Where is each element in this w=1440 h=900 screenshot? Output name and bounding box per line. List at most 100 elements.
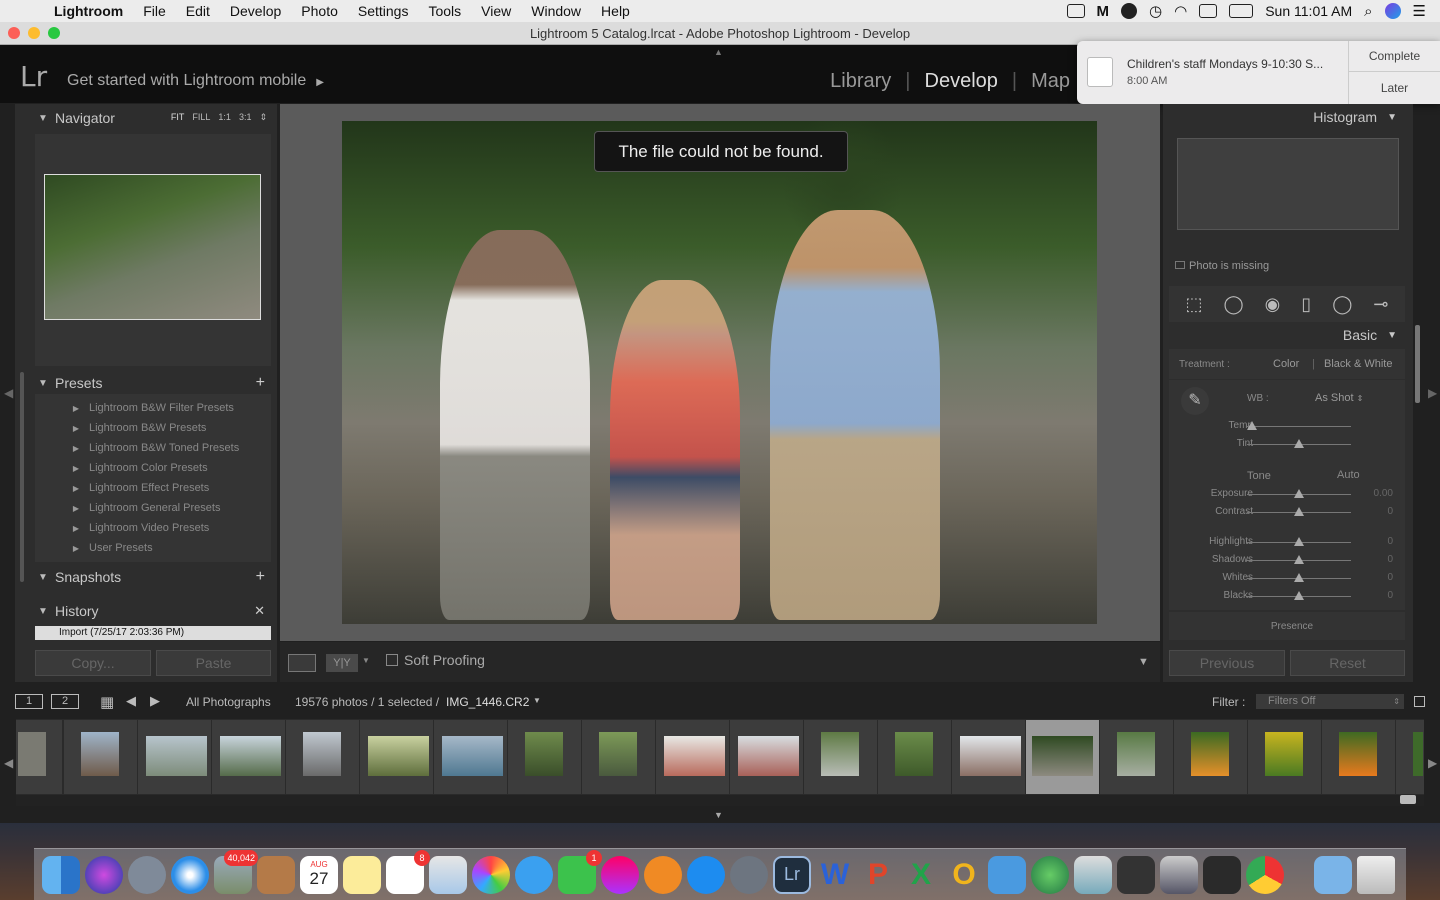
shadows-slider-thumb[interactable] (1294, 555, 1304, 564)
preset-folder[interactable]: ▶ Lightroom Effect Presets (35, 478, 271, 498)
mobile-prompt[interactable]: Get started with Lightroom mobile ▶ (67, 72, 324, 90)
add-preset-icon[interactable]: + (256, 374, 265, 392)
filmstrip-thumbnail[interactable] (434, 720, 507, 794)
app-store-icon[interactable] (687, 855, 725, 894)
wb-stepper-icon[interactable]: ⇕ (1357, 394, 1364, 403)
filmstrip-thumbnail[interactable] (804, 720, 877, 794)
tint-slider[interactable] (1247, 439, 1351, 448)
wb-eyedropper-icon[interactable]: ✎ (1181, 387, 1209, 415)
filmstrip-thumbnail[interactable] (508, 720, 581, 794)
collapse-triangle-icon[interactable]: ▼ (31, 113, 55, 124)
spotlight-search-icon[interactable]: ⌕ (1364, 3, 1372, 20)
outlook-icon[interactable]: O (945, 856, 983, 894)
filmstrip-thumbnail[interactable] (656, 720, 729, 794)
trash-icon[interactable] (1357, 855, 1395, 894)
system-preferences-icon[interactable] (730, 855, 768, 894)
safari-icon[interactable] (171, 855, 209, 894)
expand-triangle-icon[interactable]: ▶ (35, 544, 89, 553)
downloads-folder-icon[interactable] (1314, 855, 1352, 894)
treatment-color[interactable]: Color (1273, 358, 1299, 370)
preset-folder[interactable]: ▶ Lightroom B&W Filter Presets (35, 398, 271, 418)
status-shield-icon[interactable] (1066, 4, 1085, 18)
menu-window[interactable]: Window (521, 3, 591, 19)
collapse-triangle-icon[interactable]: ▼ (31, 606, 55, 617)
previous-button[interactable]: Previous (1169, 650, 1285, 676)
blacks-slider-thumb[interactable] (1294, 591, 1304, 600)
filmstrip-thumbnail[interactable] (1322, 720, 1395, 794)
module-develop[interactable]: Develop (925, 70, 998, 93)
filmstrip-left-icon[interactable]: ◀ (4, 756, 13, 770)
exposure-slider-thumb[interactable] (1294, 489, 1304, 498)
image-capture-icon[interactable] (1117, 855, 1155, 894)
module-map[interactable]: Map (1031, 70, 1070, 93)
reset-button[interactable]: Reset (1290, 650, 1405, 676)
battery-icon[interactable] (1229, 4, 1254, 18)
tone-auto-button[interactable]: Auto (1337, 469, 1360, 481)
shadows-slider[interactable] (1247, 555, 1351, 564)
preset-folder[interactable]: ▶ Lightroom B&W Toned Presets (35, 438, 271, 458)
filmstrip-thumbnail[interactable] (582, 720, 655, 794)
radial-filter-icon[interactable]: ◯ (1332, 294, 1352, 315)
grid-view-icon[interactable]: ▦ (100, 693, 114, 711)
zoom-1to1[interactable]: 1:1 (218, 112, 231, 123)
filmstrip-thumbnail[interactable] (212, 720, 285, 794)
filmstrip-thumbnail[interactable] (138, 720, 211, 794)
highlights-slider-thumb[interactable] (1294, 537, 1304, 546)
network-app-icon[interactable] (1031, 855, 1069, 894)
right-panel-toggle-icon[interactable]: ▶ (1428, 386, 1437, 400)
itunes-icon[interactable] (601, 855, 639, 894)
preview-photos-icon[interactable] (1074, 855, 1112, 894)
add-snapshot-icon[interactable]: + (256, 568, 265, 586)
facetime-icon[interactable]: 1 (558, 849, 602, 894)
calendar-icon[interactable]: AUG 27 (300, 855, 338, 894)
module-library[interactable]: Library (830, 70, 891, 93)
chrome-icon[interactable] (1246, 855, 1284, 894)
status-m-icon[interactable]: M (1097, 3, 1110, 20)
crop-tool-icon[interactable]: ⬚ (1185, 294, 1202, 315)
left-panel-toggle-icon[interactable]: ◀ (4, 386, 13, 400)
contacts-icon[interactable] (257, 855, 295, 894)
spot-removal-icon[interactable]: ◯ (1223, 294, 1243, 315)
blacks-value[interactable]: 0 (1363, 590, 1393, 601)
filmstrip-toggle-icon[interactable]: ▼ (714, 810, 723, 820)
expand-triangle-icon[interactable]: ▶ (35, 524, 89, 533)
play-arrow-icon[interactable]: ▶ (316, 77, 324, 88)
screen-sharing-icon[interactable] (1160, 855, 1198, 894)
reminders-icon[interactable]: 8 (386, 849, 430, 894)
filmstrip-thumbnail[interactable] (1100, 720, 1173, 794)
filmstrip-thumbnail[interactable] (360, 720, 433, 794)
red-eye-icon[interactable]: ◉ (1265, 294, 1281, 315)
filmstrip-thumbnail-selected[interactable] (1026, 720, 1099, 794)
utility-app-icon[interactable] (1203, 855, 1241, 894)
tint-slider-thumb[interactable] (1294, 439, 1304, 448)
treatment-black-white[interactable]: Black & White (1324, 358, 1392, 370)
filter-value[interactable]: Filters Off (1268, 695, 1315, 707)
powerpoint-icon[interactable]: P (859, 856, 897, 894)
siri-dock-icon[interactable] (85, 855, 123, 894)
menu-develop[interactable]: Develop (220, 3, 291, 19)
word-icon[interactable]: W (816, 856, 854, 894)
filmstrip-thumbnail[interactable] (730, 720, 803, 794)
clear-history-icon[interactable]: ✕ (254, 603, 265, 619)
preset-folder[interactable]: ▶ User Presets (35, 538, 271, 558)
top-panel-toggle-icon[interactable]: ▲ (714, 47, 723, 57)
contrast-value[interactable]: 0 (1363, 506, 1393, 517)
finder-icon[interactable] (42, 855, 80, 894)
filmstrip-thumbnail[interactable] (16, 720, 62, 794)
notification-center-icon[interactable]: ☰ (1413, 2, 1426, 20)
zoom-fill[interactable]: FILL (192, 112, 210, 123)
airplay-icon[interactable] (1199, 4, 1218, 18)
contrast-slider-thumb[interactable] (1294, 507, 1304, 516)
collapse-triangle-icon[interactable]: ▼ (1387, 330, 1397, 341)
expand-triangle-icon[interactable]: ▶ (35, 424, 89, 433)
menu-tools[interactable]: Tools (418, 3, 471, 19)
wb-value-text[interactable]: As Shot (1315, 392, 1354, 404)
history-item[interactable]: Import (7/25/17 2:03:36 PM) (35, 626, 271, 640)
menu-app-name[interactable]: Lightroom (44, 3, 133, 19)
soft-proofing-toggle[interactable]: Soft Proofing (386, 652, 485, 668)
messages-icon[interactable] (515, 855, 553, 894)
menu-view[interactable]: View (471, 3, 521, 19)
contrast-slider[interactable] (1247, 507, 1351, 516)
source-label[interactable]: All Photographs (186, 695, 271, 709)
excel-icon[interactable]: X (902, 856, 940, 894)
